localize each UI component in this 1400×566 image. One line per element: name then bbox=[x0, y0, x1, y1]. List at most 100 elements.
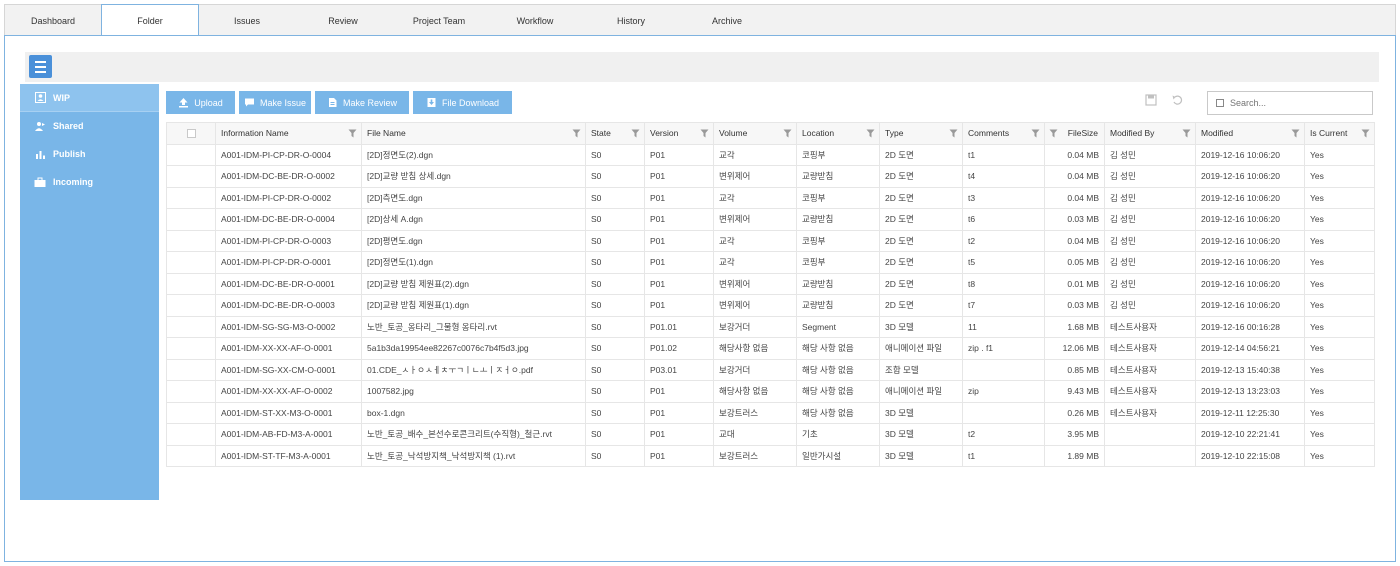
table-row[interactable]: A001-IDM-AB-FD-M3-A-0001 노반_토공_배수_본선수로콘크리… bbox=[166, 423, 1375, 446]
filter-icon[interactable] bbox=[700, 129, 709, 138]
column-header-filesize[interactable]: FileSize bbox=[1044, 122, 1105, 145]
cell-location: 코핑부 bbox=[796, 251, 880, 274]
column-header-label: Comments bbox=[968, 128, 1010, 139]
cell-filesize: 0.04 MB bbox=[1044, 187, 1105, 209]
row-select-cell[interactable] bbox=[166, 316, 216, 338]
table-row[interactable]: A001-IDM-XX-XX-AF-O-0002 1007582.jpg S0 P01… bbox=[166, 380, 1375, 403]
tab-archive[interactable]: Archive bbox=[679, 5, 775, 36]
column-header-modified[interactable]: Modified bbox=[1195, 122, 1305, 145]
cell-file-name: [2D]측면도.dgn bbox=[361, 187, 586, 209]
cell-location: 코핑부 bbox=[796, 144, 880, 166]
cell-modified: 2019-12-14 04:56:21 bbox=[1195, 337, 1305, 360]
row-select-cell[interactable] bbox=[166, 294, 216, 317]
filter-icon[interactable] bbox=[1031, 129, 1040, 138]
filter-icon[interactable] bbox=[1291, 129, 1300, 138]
select-all-checkbox[interactable] bbox=[186, 128, 196, 138]
cell-comments: t3 bbox=[962, 187, 1045, 209]
cell-location: 해당 사항 없음 bbox=[796, 359, 880, 381]
column-header-comments[interactable]: Comments bbox=[962, 122, 1045, 145]
filter-icon[interactable] bbox=[1182, 129, 1191, 138]
filter-icon[interactable] bbox=[866, 129, 875, 138]
table-row[interactable]: A001-IDM-PI-CP-DR-O-0002 [2D]측면도.dgn S0 P01… bbox=[166, 187, 1375, 209]
row-select-cell[interactable] bbox=[166, 251, 216, 274]
undo-icon[interactable] bbox=[1171, 94, 1183, 108]
cell-file-name: [2D]교량 받침 제원표(2).dgn bbox=[361, 273, 586, 295]
table-row[interactable]: A001-IDM-DC-BE-DR-O-0002 [2D]교량 받침 상세.dgn… bbox=[166, 165, 1375, 188]
table-row[interactable]: A001-IDM-DC-BE-DR-O-0001 [2D]교량 받침 제원표(2)… bbox=[166, 273, 1375, 295]
table-row[interactable]: A001-IDM-XX-XX-AF-O-0001 5a1b3da19954ee82… bbox=[166, 337, 1375, 360]
row-select-cell[interactable] bbox=[166, 423, 216, 446]
cell-file-name: [2D]교량 받침 제원표(1).dgn bbox=[361, 294, 586, 317]
sidebar-item-incoming[interactable]: Incoming bbox=[20, 168, 159, 196]
filter-icon[interactable] bbox=[783, 129, 792, 138]
cell-type: 2D 도면 bbox=[879, 273, 963, 295]
make-issue-button[interactable]: Make Issue bbox=[239, 91, 311, 114]
cell-file-name: [2D]교량 받침 상세.dgn bbox=[361, 165, 586, 188]
row-select-cell[interactable] bbox=[166, 144, 216, 166]
save-icon[interactable] bbox=[1145, 94, 1157, 108]
column-header-modified-by[interactable]: Modified By bbox=[1104, 122, 1196, 145]
sidebar-item-publish[interactable]: Publish bbox=[20, 140, 159, 168]
tab-dashboard[interactable]: Dashboard bbox=[5, 5, 101, 36]
row-select-cell[interactable] bbox=[166, 187, 216, 209]
row-select-cell[interactable] bbox=[166, 337, 216, 360]
filter-icon[interactable] bbox=[631, 129, 640, 138]
search-input[interactable] bbox=[1230, 98, 1360, 108]
filter-icon[interactable] bbox=[949, 129, 958, 138]
cell-location: 교량받침 bbox=[796, 273, 880, 295]
table-row[interactable]: A001-IDM-PI-CP-DR-O-0004 [2D]정면도(2).dgn S0… bbox=[166, 144, 1375, 166]
cell-is-current: Yes bbox=[1304, 187, 1375, 209]
make-review-button[interactable]: Make Review bbox=[315, 91, 409, 114]
row-select-cell[interactable] bbox=[166, 230, 216, 252]
hamburger-menu-button[interactable] bbox=[29, 55, 52, 78]
cell-location: 해당 사항 없음 bbox=[796, 337, 880, 360]
table-row[interactable]: A001-IDM-SG-XX-CM-O-0001 01.CDE_ㅅㅏㅇㅅㅔㅊㅜㄱㅣ… bbox=[166, 359, 1375, 381]
tab-history[interactable]: History bbox=[583, 5, 679, 36]
table-row[interactable]: A001-IDM-ST-TF-M3-A-0001 노반_토공_낙석방지책_낙석방지… bbox=[166, 445, 1375, 467]
row-select-cell[interactable] bbox=[166, 208, 216, 231]
table-row[interactable]: A001-IDM-PI-CP-DR-O-0001 [2D]정면도(1).dgn S0… bbox=[166, 251, 1375, 274]
row-select-cell[interactable] bbox=[166, 445, 216, 467]
filter-icon[interactable] bbox=[1361, 129, 1370, 138]
filter-icon[interactable] bbox=[348, 129, 357, 138]
cell-filesize: 0.04 MB bbox=[1044, 165, 1105, 188]
table-row[interactable]: A001-IDM-DC-BE-DR-O-0004 [2D]상세 A.dgn S0 P0… bbox=[166, 208, 1375, 231]
table-row[interactable]: A001-IDM-DC-BE-DR-O-0003 [2D]교량 받침 제원표(1)… bbox=[166, 294, 1375, 317]
column-header-label: Location bbox=[802, 128, 835, 139]
tab-folder[interactable]: Folder bbox=[101, 4, 199, 37]
sidebar-item-shared[interactable]: Shared bbox=[20, 112, 159, 140]
tab-project-team[interactable]: Project Team bbox=[391, 5, 487, 36]
column-header-information-name[interactable]: Information Name bbox=[215, 122, 362, 145]
row-select-cell[interactable] bbox=[166, 165, 216, 188]
tab-workflow[interactable]: Workflow bbox=[487, 5, 583, 36]
sidebar-item-wip[interactable]: WIP bbox=[20, 84, 159, 112]
cell-volume: 변위제어 bbox=[713, 294, 797, 317]
row-select-cell[interactable] bbox=[166, 380, 216, 403]
table-row[interactable]: A001-IDM-SG-SG-M3-O-0002 노반_토공_옹타리_그물형 옹타… bbox=[166, 316, 1375, 338]
search-checkbox[interactable] bbox=[1216, 99, 1224, 107]
table-row[interactable]: A001-IDM-ST-XX-M3-O-0001 box-1.dgn S0 P01 보강… bbox=[166, 402, 1375, 424]
column-header-file-name[interactable]: File Name bbox=[361, 122, 586, 145]
column-header-type[interactable]: Type bbox=[879, 122, 963, 145]
table-row[interactable]: A001-IDM-PI-CP-DR-O-0003 [2D]평면도.dgn S0 P01… bbox=[166, 230, 1375, 252]
column-header-volume[interactable]: Volume bbox=[713, 122, 797, 145]
select-all-cell bbox=[166, 122, 216, 145]
filter-icon[interactable] bbox=[572, 129, 581, 138]
row-select-cell[interactable] bbox=[166, 273, 216, 295]
tab-issues[interactable]: Issues bbox=[199, 5, 295, 36]
column-header-version[interactable]: Version bbox=[644, 122, 714, 145]
file-download-button[interactable]: File Download bbox=[413, 91, 512, 114]
row-select-cell[interactable] bbox=[166, 402, 216, 424]
cell-state: S0 bbox=[585, 316, 645, 338]
filter-icon[interactable] bbox=[1049, 129, 1058, 138]
column-header-state[interactable]: State bbox=[585, 122, 645, 145]
cell-state: S0 bbox=[585, 144, 645, 166]
row-select-cell[interactable] bbox=[166, 359, 216, 381]
search-box[interactable] bbox=[1207, 91, 1373, 115]
column-header-is-current[interactable]: Is Current bbox=[1304, 122, 1375, 145]
cell-state: S0 bbox=[585, 208, 645, 231]
tab-review[interactable]: Review bbox=[295, 5, 391, 36]
upload-button[interactable]: Upload bbox=[166, 91, 235, 114]
column-header-location[interactable]: Location bbox=[796, 122, 880, 145]
cell-is-current: Yes bbox=[1304, 165, 1375, 188]
